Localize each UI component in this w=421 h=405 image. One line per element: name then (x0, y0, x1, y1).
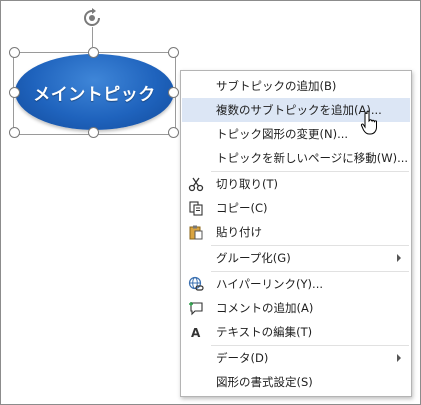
copy-icon (187, 199, 205, 217)
rotation-line (92, 27, 93, 47)
menu-item-paste[interactable]: 貼り付け (182, 220, 410, 244)
resize-handle-w[interactable] (9, 87, 20, 98)
menu-item-label: 貼り付け (216, 225, 262, 239)
main-topic-label[interactable]: メイントピック (33, 80, 156, 105)
menu-item-add-subtopic[interactable]: サブトピックの追加(B) (182, 74, 410, 98)
menu-item-label: コピー(C) (216, 201, 268, 215)
menu-item-label: グループ化(G) (216, 251, 291, 265)
svg-text:A: A (191, 326, 201, 340)
resize-handle-se[interactable] (168, 127, 179, 138)
menu-item-group[interactable]: グループ化(G) (182, 246, 410, 270)
menu-item-label: トピック図形の変更(N)... (216, 127, 349, 141)
menu-item-label: 複数のサブトピックを追加(A)... (216, 103, 382, 117)
hand-cursor-icon (360, 110, 377, 135)
resize-handle-sw[interactable] (9, 127, 20, 138)
submenu-arrow-icon (397, 254, 401, 262)
main-topic-shape[interactable]: メイントピック (15, 54, 174, 130)
paste-icon (187, 223, 205, 241)
menu-item-label: コメントの追加(A) (216, 301, 314, 315)
resize-handle-ne[interactable] (168, 47, 179, 58)
menu-item-label: サブトピックの追加(B) (216, 79, 337, 93)
menu-item-label: データ(D) (216, 351, 269, 365)
resize-handle-s[interactable] (88, 127, 99, 138)
menu-item-format-shape[interactable]: 図形の書式設定(S) (182, 370, 410, 394)
menu-item-label: トピックを新しいページに移動(W)... (216, 151, 409, 165)
menu-item-move-topic-to-new-page[interactable]: トピックを新しいページに移動(W)... (182, 146, 410, 170)
menu-item-hyperlink[interactable]: ハイパーリンク(Y)... (182, 272, 410, 296)
text-icon: A (187, 323, 205, 341)
rotate-handle-icon[interactable] (82, 8, 102, 28)
comment-icon (187, 299, 205, 317)
menu-item-add-comment[interactable]: コメントの追加(A) (182, 296, 410, 320)
submenu-arrow-icon (397, 354, 401, 362)
resize-handle-e[interactable] (168, 87, 179, 98)
menu-item-data[interactable]: データ(D) (182, 346, 410, 370)
menu-item-copy[interactable]: コピー(C) (182, 196, 410, 220)
resize-handle-n[interactable] (88, 47, 99, 58)
resize-handle-nw[interactable] (9, 47, 20, 58)
menu-item-label: 図形の書式設定(S) (216, 375, 313, 389)
menu-item-label: 切り取り(T) (216, 177, 278, 191)
menu-item-edit-text[interactable]: A テキストの編集(T) (182, 320, 410, 344)
hyperlink-icon (187, 275, 205, 293)
menu-item-cut[interactable]: 切り取り(T) (182, 172, 410, 196)
scissors-icon (187, 175, 205, 193)
menu-item-label: ハイパーリンク(Y)... (216, 277, 324, 291)
menu-item-label: テキストの編集(T) (216, 325, 313, 339)
